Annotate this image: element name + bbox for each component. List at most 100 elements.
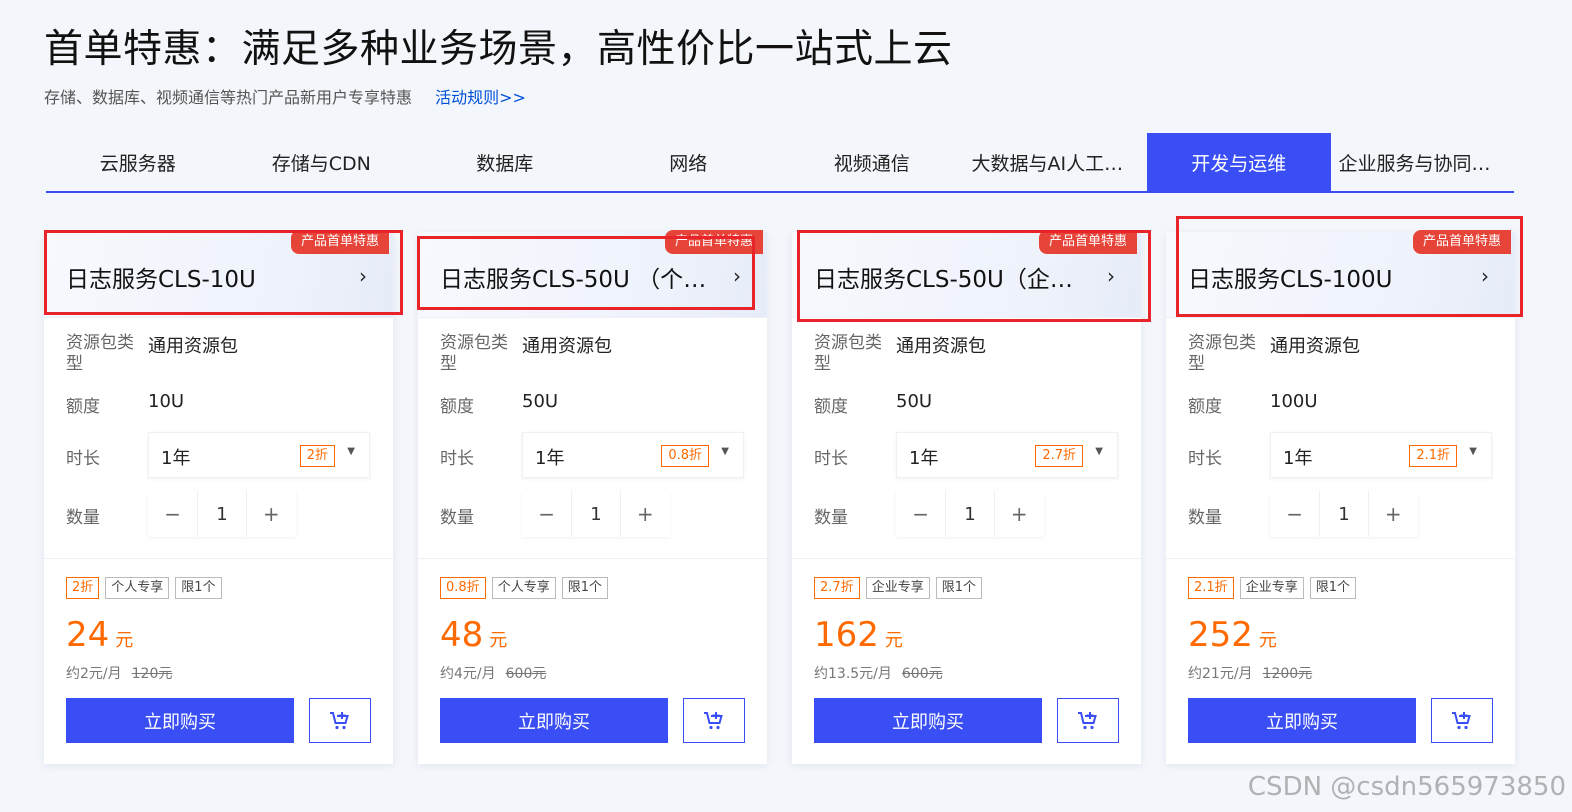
quantity-value[interactable]: 1 [945, 491, 995, 537]
card-header[interactable]: 日志服务CLS-10U › 产品首单特惠 [44, 230, 393, 318]
decrease-button[interactable]: − [522, 491, 571, 537]
add-to-cart-button[interactable] [683, 698, 745, 743]
duration-select[interactable]: 1年 0.8折 ▼ [522, 432, 744, 478]
discount-badge: 2折 [299, 445, 335, 467]
quota-value: 50U [896, 391, 933, 412]
quota-value: 50U [522, 391, 559, 412]
quantity-label: 数量 [440, 508, 474, 528]
price: 252 元 [1188, 615, 1277, 655]
chevron-right-icon[interactable]: › [1481, 264, 1489, 288]
add-to-cart-button[interactable] [1431, 698, 1493, 743]
quota-label: 额度 [814, 397, 848, 417]
quantity-value[interactable]: 1 [197, 491, 247, 537]
tab-devops[interactable]: 开发与运维 [1147, 133, 1331, 191]
monthly-price: 约13.5元/月 600元 [814, 663, 943, 683]
buy-now-button[interactable]: 立即购买 [440, 698, 668, 743]
increase-button[interactable]: + [995, 491, 1044, 537]
price-amount: 24 [66, 615, 110, 655]
page-subtitle: 存储、数据库、视频通信等热门产品新用户专享特惠 活动规则>> [44, 84, 526, 108]
discount-tag: 2.1折 [1188, 577, 1234, 599]
caret-down-icon: ▼ [1469, 446, 1477, 457]
audience-tag: 个人专享 [105, 577, 170, 599]
tag-list: 2折 个人专享 限1个 [66, 577, 222, 599]
price-amount: 48 [440, 615, 484, 655]
tab-bigdata-ai[interactable]: 大数据与AI人工智能 [964, 133, 1148, 191]
duration-value: 1年 [909, 448, 939, 469]
monthly-price-text: 约4元/月 [440, 666, 496, 682]
card-price-section: 2.1折 企业专享 限1个 252 元 约21元/月 1200元 立即购买 [1166, 558, 1515, 764]
product-title[interactable]: 日志服务CLS-50U（企业版） [814, 260, 1084, 294]
price-unit: 元 [1258, 630, 1277, 651]
original-price: 600元 [901, 666, 943, 682]
buy-now-button[interactable]: 立即购买 [814, 698, 1042, 743]
limit-tag: 限1个 [935, 577, 982, 599]
quota-value: 10U [148, 391, 185, 412]
limit-tag: 限1个 [1309, 577, 1356, 599]
product-title[interactable]: 日志服务CLS-100U [1188, 260, 1458, 294]
duration-select[interactable]: 1年 2.1折 ▼ [1270, 432, 1492, 478]
price-amount: 252 [1188, 615, 1253, 655]
caret-down-icon: ▼ [1095, 446, 1103, 457]
duration-label: 时长 [66, 449, 100, 469]
chevron-right-icon[interactable]: › [1107, 264, 1115, 288]
first-order-ribbon: 产品首单特惠 [1038, 230, 1137, 254]
quota-label: 额度 [66, 397, 100, 417]
chevron-right-icon[interactable]: › [359, 264, 367, 288]
activity-rules-link[interactable]: 活动规则>> [435, 88, 526, 107]
resource-type-value: 通用资源包 [896, 336, 986, 357]
tab-network[interactable]: 网络 [597, 133, 781, 191]
decrease-button[interactable]: − [148, 491, 197, 537]
buy-now-button[interactable]: 立即购买 [66, 698, 294, 743]
price-amount: 162 [814, 615, 879, 655]
quantity-stepper: − 1 + [148, 491, 296, 537]
chevron-right-icon[interactable]: › [733, 264, 741, 288]
quantity-value[interactable]: 1 [1319, 491, 1369, 537]
buy-now-button[interactable]: 立即购买 [1188, 698, 1416, 743]
price-unit: 元 [115, 630, 134, 651]
tab-video-communication[interactable]: 视频通信 [780, 133, 964, 191]
decrease-button[interactable]: − [1270, 491, 1319, 537]
duration-select[interactable]: 1年 2折 ▼ [148, 432, 370, 478]
add-to-cart-button[interactable] [309, 698, 371, 743]
quantity-stepper: − 1 + [522, 491, 670, 537]
price: 48 元 [440, 615, 507, 655]
monthly-price-text: 约21元/月 [1188, 666, 1253, 682]
card-header[interactable]: 日志服务CLS-50U（企业版） › 产品首单特惠 [792, 230, 1141, 318]
card-header[interactable]: 日志服务CLS-100U › 产品首单特惠 [1166, 230, 1515, 318]
quantity-label: 数量 [814, 508, 848, 528]
tag-list: 2.7折 企业专享 限1个 [814, 577, 982, 599]
quota-label: 额度 [440, 397, 474, 417]
product-title[interactable]: 日志服务CLS-50U （个人版） [440, 260, 710, 294]
monthly-price: 约2元/月 120元 [66, 663, 172, 683]
tab-cloud-server[interactable]: 云服务器 [46, 133, 230, 191]
product-title[interactable]: 日志服务CLS-10U [66, 260, 336, 294]
tag-list: 0.8折 个人专享 限1个 [440, 577, 608, 599]
product-card-list: 日志服务CLS-10U › 产品首单特惠 资源包类型 通用资源包 额度 10U … [44, 230, 1524, 772]
price-unit: 元 [489, 630, 508, 651]
decrease-button[interactable]: − [896, 491, 945, 537]
tab-storage-cdn[interactable]: 存储与CDN [230, 133, 414, 191]
increase-button[interactable]: + [1369, 491, 1418, 537]
add-to-cart-button[interactable] [1057, 698, 1119, 743]
monthly-price-text: 约2元/月 [66, 666, 122, 682]
first-order-ribbon: 产品首单特惠 [290, 230, 389, 254]
increase-button[interactable]: + [621, 491, 670, 537]
card-header[interactable]: 日志服务CLS-50U （个人版） › 产品首单特惠 [418, 230, 767, 318]
quantity-value[interactable]: 1 [571, 491, 621, 537]
duration-select[interactable]: 1年 2.7折 ▼ [896, 432, 1118, 478]
discount-tag: 2.7折 [814, 577, 860, 599]
cart-plus-icon [704, 711, 723, 729]
product-card: 日志服务CLS-10U › 产品首单特惠 资源包类型 通用资源包 额度 10U … [44, 230, 393, 764]
original-price: 600元 [505, 666, 547, 682]
product-card: 日志服务CLS-50U （个人版） › 产品首单特惠 资源包类型 通用资源包 额… [418, 230, 767, 764]
card-price-section: 0.8折 个人专享 限1个 48 元 约4元/月 600元 立即购买 [418, 558, 767, 764]
quantity-label: 数量 [66, 508, 100, 528]
tag-list: 2.1折 企业专享 限1个 [1188, 577, 1356, 599]
tab-enterprise-services[interactable]: 企业服务与协同办公 [1331, 133, 1515, 191]
tab-database[interactable]: 数据库 [413, 133, 597, 191]
increase-button[interactable]: + [247, 491, 296, 537]
category-tabs: 云服务器 存储与CDN 数据库 网络 视频通信 大数据与AI人工智能 开发与运维… [46, 133, 1514, 193]
monthly-price-text: 约13.5元/月 [814, 666, 892, 682]
watermark: CSDN @csdn565973850 [1247, 772, 1566, 802]
price: 162 元 [814, 615, 903, 655]
